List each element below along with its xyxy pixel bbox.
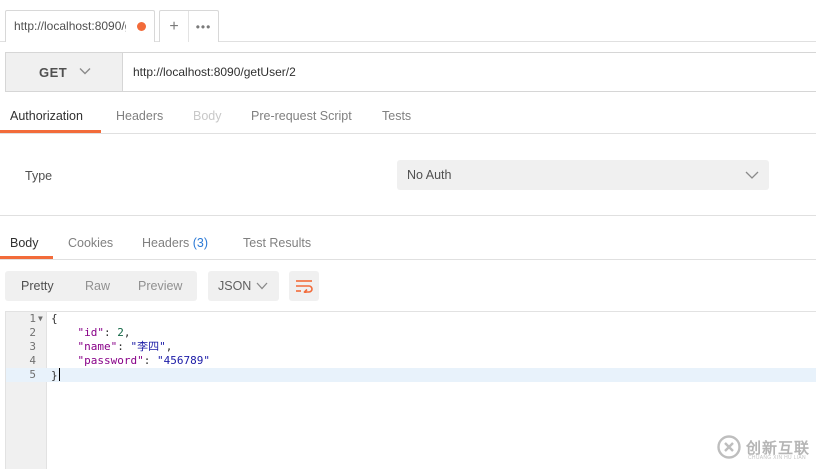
tab-tests[interactable]: Tests	[382, 109, 411, 123]
json-punct: ,	[123, 326, 131, 339]
response-tab-headers[interactable]: Headers (3)	[142, 236, 208, 250]
response-tabs: Body Cookies Headers (3) Test Results	[0, 225, 816, 260]
watermark-subtext: CHUANG XIN HU LIAN	[748, 455, 806, 461]
code-text: "name": "李四",	[77, 340, 173, 353]
code-line: 4 "password": "456789"	[6, 354, 816, 368]
tab-controls: + •••	[159, 10, 219, 42]
code-text: }	[51, 368, 60, 383]
fold-arrow-icon[interactable]: ▼	[38, 312, 43, 326]
line-number: 2	[29, 326, 36, 339]
code-text: "id": 2,	[77, 326, 131, 339]
line-number: 1	[29, 312, 36, 325]
request-tabs: Authorization Headers Body Pre-request S…	[0, 101, 816, 134]
format-select-label: JSON	[218, 279, 252, 293]
json-punct: ,	[165, 340, 173, 353]
json-value: "456789"	[156, 354, 210, 367]
tab-body[interactable]: Body	[193, 109, 222, 123]
watermark: 创新互联 CHUANG XIN HU LIAN	[716, 425, 816, 469]
view-preview-button[interactable]: Preview	[138, 279, 182, 293]
add-tab-button[interactable]: +	[160, 11, 190, 42]
tab-headers[interactable]: Headers	[116, 109, 163, 123]
response-body-editor[interactable]: 1 ▼ { 2 "id": 2, 3 "name": "李四", 4 "pass…	[5, 311, 816, 469]
line-number: 5	[29, 368, 36, 381]
code-line: 3 "name": "李四",	[6, 340, 816, 354]
auth-type-label: Type	[25, 169, 53, 183]
auth-type-select[interactable]: No Auth	[397, 160, 769, 190]
format-select[interactable]: JSON	[208, 271, 279, 301]
active-tab-indicator	[0, 130, 101, 133]
code-lines: 1 ▼ { 2 "id": 2, 3 "name": "李四", 4 "pass…	[6, 312, 816, 382]
json-value: "李四"	[130, 340, 166, 353]
view-mode-group: Pretty Raw Preview	[5, 271, 197, 301]
code-text: "password": "456789"	[77, 354, 210, 367]
response-tab-cookies[interactable]: Cookies	[68, 236, 113, 250]
chevron-down-icon	[745, 171, 759, 179]
response-toolbar: Pretty Raw Preview JSON	[0, 269, 816, 303]
url-bar: GET	[5, 52, 816, 92]
chevron-down-icon	[79, 68, 91, 75]
code-line: 1 ▼ {	[6, 312, 816, 326]
chevron-down-icon	[256, 282, 268, 290]
request-tab-label: http://localhost:8090/getUser/2	[14, 19, 126, 33]
response-tab-headers-label: Headers	[142, 236, 190, 250]
line-number: 3	[29, 340, 36, 353]
view-raw-button[interactable]: Raw	[85, 279, 110, 293]
tab-authorization[interactable]: Authorization	[10, 109, 83, 123]
closing-brace: }	[51, 369, 58, 382]
method-label: GET	[39, 64, 68, 80]
response-tab-body[interactable]: Body	[10, 236, 39, 250]
tab-pre-request-script[interactable]: Pre-request Script	[251, 109, 352, 123]
code-line: 2 "id": 2,	[6, 326, 816, 340]
code-line-current: 5 }	[6, 368, 816, 382]
request-tab[interactable]: http://localhost:8090/getUser/2	[5, 10, 155, 42]
request-tab-bar: http://localhost:8090/getUser/2 + •••	[0, 0, 816, 42]
json-key: "name"	[77, 340, 118, 353]
wrap-lines-button[interactable]	[289, 271, 319, 301]
view-pretty-button[interactable]: Pretty	[21, 279, 54, 293]
auth-type-value: No Auth	[407, 168, 452, 182]
json-key: "password"	[77, 354, 144, 367]
line-number: 4	[29, 354, 36, 367]
code-text: {	[51, 312, 58, 325]
active-response-tab-indicator	[0, 256, 53, 259]
unsaved-dot-icon	[137, 22, 146, 31]
text-cursor	[58, 368, 60, 381]
response-tab-test-results[interactable]: Test Results	[243, 236, 311, 250]
more-tabs-button[interactable]: •••	[189, 11, 218, 42]
json-value: 2	[117, 326, 124, 339]
json-key: "id"	[77, 326, 105, 339]
auth-panel: Type No Auth	[0, 134, 816, 216]
wrap-lines-icon	[296, 280, 313, 293]
headers-count-badge: (3)	[192, 236, 209, 250]
url-input[interactable]	[124, 53, 814, 91]
method-select[interactable]: GET	[6, 53, 123, 91]
watermark-logo-icon	[717, 435, 741, 459]
